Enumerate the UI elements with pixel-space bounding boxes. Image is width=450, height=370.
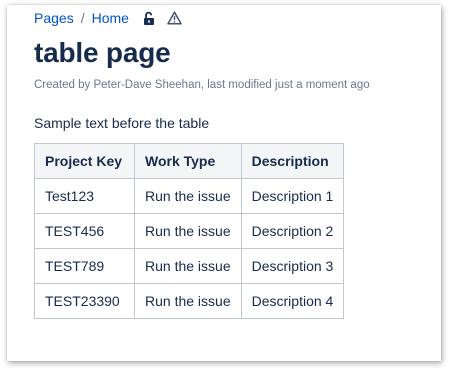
table-header-row: Project Key Work Type Description — [34, 143, 345, 179]
cell-project-key: TEST23390 — [34, 283, 135, 319]
page-title: table page — [34, 37, 171, 68]
cell-work-type: Run the issue — [134, 213, 242, 249]
page-panel: Pages / Home table page Created by Peter… — [7, 5, 441, 361]
cell-description: Description 3 — [240, 248, 345, 284]
table-row: Test123 Run the issue Description 1 — [34, 178, 345, 214]
breadcrumb-pages-link[interactable]: Pages — [34, 10, 74, 26]
cell-project-key: TEST456 — [34, 213, 135, 249]
cell-work-type: Run the issue — [134, 178, 242, 214]
cell-description: Description 1 — [240, 178, 345, 214]
byline-modified-link[interactable]: just a moment ago — [275, 79, 370, 91]
breadcrumb-separator: / — [80, 10, 85, 26]
cell-description: Description 4 — [240, 283, 345, 319]
column-header-description: Description — [240, 143, 345, 179]
table-row: TEST23390 Run the issue Description 4 — [34, 283, 345, 319]
byline-author-link[interactable]: Peter-Dave Sheehan — [93, 79, 200, 91]
byline-middle: , last modified — [200, 79, 276, 91]
byline-prefix: Created by — [34, 79, 94, 91]
cell-work-type: Run the issue — [134, 283, 242, 319]
unlock-icon[interactable] — [141, 10, 157, 26]
cell-project-key: TEST789 — [34, 248, 135, 284]
table-row: TEST456 Run the issue Description 2 — [34, 213, 345, 249]
cell-work-type: Run the issue — [134, 248, 242, 284]
breadcrumb: Pages / Home — [34, 8, 183, 28]
content-table: Project Key Work Type Description Test12… — [34, 143, 345, 319]
page-byline: Created by Peter-Dave Sheehan, last modi… — [34, 79, 370, 91]
warning-icon[interactable] — [167, 10, 183, 26]
intro-paragraph: Sample text before the table — [34, 115, 210, 131]
column-header-work-type: Work Type — [134, 143, 242, 179]
breadcrumb-home-link[interactable]: Home — [92, 10, 129, 26]
table-row: TEST789 Run the issue Description 3 — [34, 248, 345, 284]
column-header-project-key: Project Key — [34, 143, 135, 179]
cell-project-key: Test123 — [34, 178, 135, 214]
cell-description: Description 2 — [240, 213, 345, 249]
